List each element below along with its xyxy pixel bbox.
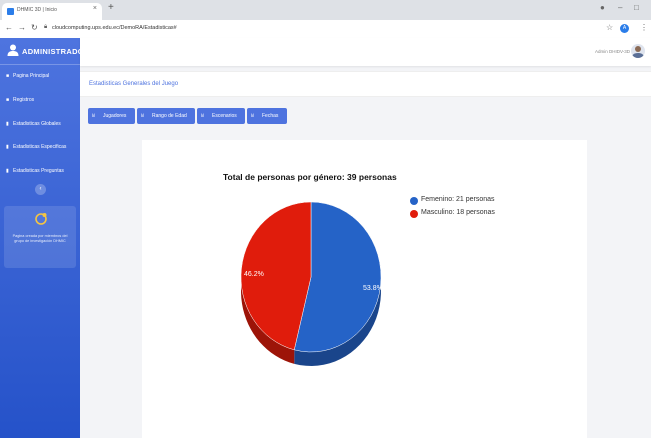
tab-title: DHMIC 3D | Inicio [17, 7, 57, 13]
button-label: Escenarios [212, 113, 237, 119]
sidebar-item-label: Registros [13, 97, 35, 103]
home-icon: ■ [6, 73, 10, 79]
bar-chart-icon: lıl [201, 113, 205, 118]
record-icon[interactable]: ● [600, 3, 605, 12]
sidebar-item-estadisticas-globales[interactable]: ▮ Estadisticas Globales [0, 118, 80, 132]
sidebar: ADMINISTRADOR ■ Pagina Principal ■ Regis… [0, 38, 89, 438]
reload-icon[interactable]: ↻ [31, 23, 38, 32]
minimize-icon[interactable]: – [618, 3, 622, 12]
forward-icon[interactable]: → [18, 23, 26, 32]
favicon-icon [7, 8, 14, 15]
rango-de-edad-button[interactable]: lıl Rango de Edad [137, 108, 195, 124]
promo-text: Pagina creada por miembros del grupo de … [12, 234, 68, 243]
sidebar-item-estadisticas-preguntas[interactable]: ▮ Estadisticas Preguntas [0, 165, 80, 179]
button-label: Fechas [262, 113, 279, 119]
sidebar-toggle-button[interactable]: ‹ [35, 184, 46, 195]
user-icon [7, 44, 19, 56]
sidebar-item-registros[interactable]: ■ Registros [0, 94, 80, 108]
promo-card: Pagina creada por miembros del grupo de … [4, 206, 76, 268]
legend-label-masculino: Masculino: 18 personas [421, 209, 495, 216]
back-icon[interactable]: ← [5, 23, 13, 32]
sidebar-item-label: Estadisticas Preguntas [13, 168, 64, 174]
slice-label-masculino: 46.2% [244, 271, 264, 278]
browser-tab-bar: DHMIC 3D | Inicio × + ● – □ [0, 0, 651, 20]
bar-chart-icon: lıl [92, 113, 96, 118]
avatar-icon [632, 46, 644, 58]
dhmic-logo-icon [35, 213, 47, 225]
fechas-button[interactable]: lıl Fechas [247, 108, 287, 124]
bar-chart-icon: ▮ [6, 121, 9, 127]
sidebar-item-label: Estadisticas Especificas [13, 144, 67, 150]
url-field[interactable]: cloudcomputing.ups.edu.ec/DemoRA/Estadis… [52, 25, 177, 31]
user-name[interactable]: Admin DHIDV-3D [595, 49, 630, 54]
bar-chart-icon: lıl [251, 113, 255, 118]
maximize-icon[interactable]: □ [634, 3, 639, 12]
topbar: Admin DHIDV-3D [80, 38, 651, 66]
sidebar-brand[interactable]: ADMINISTRADOR [0, 38, 89, 65]
sidebar-item-pagina-principal[interactable]: ■ Pagina Principal [0, 70, 80, 84]
browser-tab[interactable]: DHMIC 3D | Inicio × [2, 3, 102, 20]
folder-icon: ■ [6, 97, 10, 103]
jugadores-button[interactable]: lıl Jugadores [88, 108, 135, 124]
menu-icon[interactable]: ⋮ [640, 23, 648, 32]
sidebar-item-estadisticas-especificas[interactable]: ▮ Estadisticas Especificas [0, 141, 80, 155]
chart-title: Total de personas por género: 39 persona… [223, 172, 397, 182]
bar-chart-icon: ▮ [6, 144, 9, 150]
address-bar: ← → ↻ 🔒︎ cloudcomputing.ups.edu.ec/DemoR… [0, 20, 651, 39]
legend-swatch-femenino [410, 197, 418, 205]
lock-icon[interactable]: 🔒︎ [44, 24, 47, 31]
legend-label-femenino: Femenino: 21 personas [421, 196, 495, 203]
content-header: Estadisticas Generales del Juego [80, 71, 651, 97]
bar-chart-icon: lıl [141, 113, 145, 118]
new-tab-icon[interactable]: + [108, 2, 114, 13]
sidebar-item-label: Estadisticas Globales [13, 121, 61, 127]
slice-label-femenino: 53.8% [363, 285, 383, 292]
escenarios-button[interactable]: lıl Escenarios [197, 108, 245, 124]
button-label: Rango de Edad [152, 113, 187, 119]
button-label: Jugadores [103, 113, 127, 119]
bar-chart-icon: ▮ [6, 168, 9, 174]
sidebar-item-label: Pagina Principal [13, 73, 50, 79]
page-title: Estadisticas Generales del Juego [89, 81, 179, 87]
avatar[interactable] [631, 44, 645, 58]
profile-icon[interactable]: A [620, 24, 629, 33]
bookmark-star-icon[interactable]: ☆ [606, 23, 613, 32]
close-tab-icon[interactable]: × [93, 5, 97, 12]
legend-swatch-masculino [410, 210, 418, 218]
